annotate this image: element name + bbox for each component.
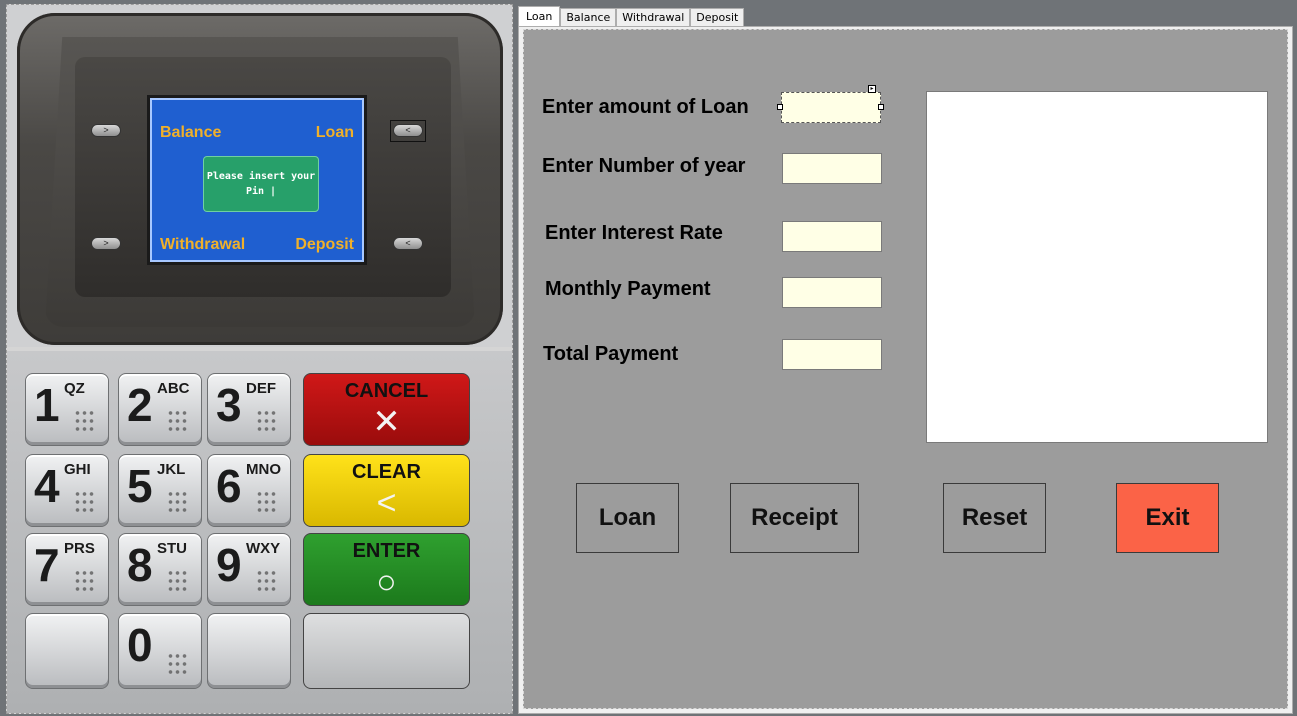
chevron-left-icon: < xyxy=(405,238,411,248)
atm-pin-prompt: Please insert your Pin xyxy=(206,171,316,197)
years-label: Enter Number of year xyxy=(542,155,746,177)
atm-side-key-left-top[interactable]: > xyxy=(91,124,121,137)
loan-button[interactable]: Loan xyxy=(576,483,679,553)
keypad-key-4[interactable]: 4 GHI xyxy=(25,454,109,527)
braille-dots-icon xyxy=(74,409,96,435)
key-digit: 9 xyxy=(216,539,242,591)
resize-handle-right[interactable] xyxy=(878,104,884,110)
cancel-label: CANCEL xyxy=(344,380,429,402)
keypad-key-2[interactable]: 2 ABC xyxy=(118,373,202,446)
key-letters: ABC xyxy=(157,380,190,397)
receipt-button[interactable]: Receipt xyxy=(730,483,859,553)
atm-side-key-left-bottom[interactable]: > xyxy=(91,237,121,250)
monthly-payment-label: Monthly Payment xyxy=(545,278,711,300)
loan-amount-input[interactable] xyxy=(781,92,881,123)
key-digit: 2 xyxy=(127,379,153,431)
chevron-left-icon: < xyxy=(405,125,411,135)
braille-dots-icon xyxy=(167,652,189,678)
tab-withdrawal[interactable]: Withdrawal xyxy=(616,8,691,26)
key-digit: 6 xyxy=(216,460,242,512)
clear-label: CLEAR xyxy=(352,461,421,483)
atm-screen-withdrawal-label: Withdrawal xyxy=(160,236,246,253)
atm-screen-loan-label: Loan xyxy=(315,124,354,141)
keypad-enter-button[interactable]: ENTER ○ xyxy=(303,533,470,606)
exit-button[interactable]: Exit xyxy=(1116,483,1219,553)
years-input[interactable] xyxy=(782,153,882,184)
key-digit: 3 xyxy=(216,379,242,431)
key-letters: JKL xyxy=(157,461,186,478)
tab-page-loan: Enter amount of Loan ▸ Enter Number of y… xyxy=(518,26,1293,714)
keypad-blank-key-wide[interactable] xyxy=(303,613,470,689)
key-letters: STU xyxy=(157,540,187,557)
atm-side-key-right-top[interactable]: < xyxy=(393,124,423,137)
atm-pin-prompt-box: Please insert your Pin | xyxy=(203,156,319,212)
key-digit: 0 xyxy=(127,619,153,671)
atm-side-key-right-bottom[interactable]: < xyxy=(393,237,423,250)
loan-form-panel: Enter amount of Loan ▸ Enter Number of y… xyxy=(523,29,1288,709)
text-cursor-icon: | xyxy=(270,186,277,197)
keypad-key-7[interactable]: 7 PRS xyxy=(25,533,109,606)
braille-dots-icon xyxy=(167,569,189,595)
chevron-right-icon: > xyxy=(103,125,109,135)
resize-handle-left[interactable] xyxy=(777,104,783,110)
circle-icon: ○ xyxy=(376,563,397,601)
braille-dots-icon xyxy=(74,490,96,516)
key-letters: WXY xyxy=(246,540,281,557)
smart-tag-arrow-icon[interactable]: ▸ xyxy=(868,85,876,93)
key-digit: 1 xyxy=(34,379,60,431)
key-letters: PRS xyxy=(64,540,95,557)
chevron-right-icon: > xyxy=(103,238,109,248)
backspace-chevron-icon: < xyxy=(376,484,397,522)
keypad-key-5[interactable]: 5 JKL xyxy=(118,454,202,527)
tab-balance[interactable]: Balance xyxy=(560,8,617,26)
atm-screen-deposit-label: Deposit xyxy=(295,236,354,253)
keypad-key-6[interactable]: 6 MNO xyxy=(207,454,291,527)
close-icon: ✕ xyxy=(372,403,401,441)
total-payment-label: Total Payment xyxy=(543,343,679,365)
braille-dots-icon xyxy=(256,569,278,595)
braille-dots-icon xyxy=(256,409,278,435)
atm-image-panel: > > < < Balance Loan Please insert your … xyxy=(6,4,513,714)
tab-deposit[interactable]: Deposit xyxy=(690,8,745,26)
keypad-clear-button[interactable]: CLEAR < xyxy=(303,454,470,527)
key-digit: 4 xyxy=(34,460,60,512)
keypad-cancel-button[interactable]: CANCEL ✕ xyxy=(303,373,470,446)
key-letters: DEF xyxy=(246,380,276,397)
keypad-key-3[interactable]: 3 DEF xyxy=(207,373,291,446)
monthly-payment-field[interactable] xyxy=(782,277,882,308)
keypad-blank-key-middle[interactable] xyxy=(207,613,291,689)
key-letters: GHI xyxy=(64,461,91,478)
keypad-key-9[interactable]: 9 WXY xyxy=(207,533,291,606)
tab-loan[interactable]: Loan xyxy=(518,6,561,26)
key-digit: 8 xyxy=(127,539,153,591)
key-letters: MNO xyxy=(246,461,281,478)
keypad-key-0[interactable]: 0 xyxy=(118,613,202,689)
interest-rate-input[interactable] xyxy=(782,221,882,252)
total-payment-field[interactable] xyxy=(782,339,882,370)
key-digit: 5 xyxy=(127,460,153,512)
atm-screen: Balance Loan Please insert your Pin | Wi… xyxy=(147,95,367,265)
braille-dots-icon xyxy=(167,490,189,516)
key-digit: 7 xyxy=(34,539,60,591)
atm-screen-balance-label: Balance xyxy=(160,124,222,141)
braille-dots-icon xyxy=(256,490,278,516)
key-letters: QZ xyxy=(64,380,85,397)
interest-rate-label: Enter Interest Rate xyxy=(545,222,723,244)
loan-amount-label: Enter amount of Loan xyxy=(542,96,749,118)
reset-button[interactable]: Reset xyxy=(943,483,1046,553)
keypad-blank-key-left[interactable] xyxy=(25,613,109,689)
atm-keypad: 1 QZ 2 ABC 3 DEF CANCEL ✕ 4 GHI 5 JKL 6 … xyxy=(7,351,512,713)
enter-label: ENTER xyxy=(352,540,421,562)
tab-strip: Loan Balance Withdrawal Deposit xyxy=(518,6,745,26)
braille-dots-icon xyxy=(74,569,96,595)
atm-bezel-area: > > < < Balance Loan Please insert your … xyxy=(7,5,512,347)
receipt-textbox[interactable] xyxy=(926,91,1268,443)
keypad-key-1[interactable]: 1 QZ xyxy=(25,373,109,446)
braille-dots-icon xyxy=(167,409,189,435)
keypad-key-8[interactable]: 8 STU xyxy=(118,533,202,606)
